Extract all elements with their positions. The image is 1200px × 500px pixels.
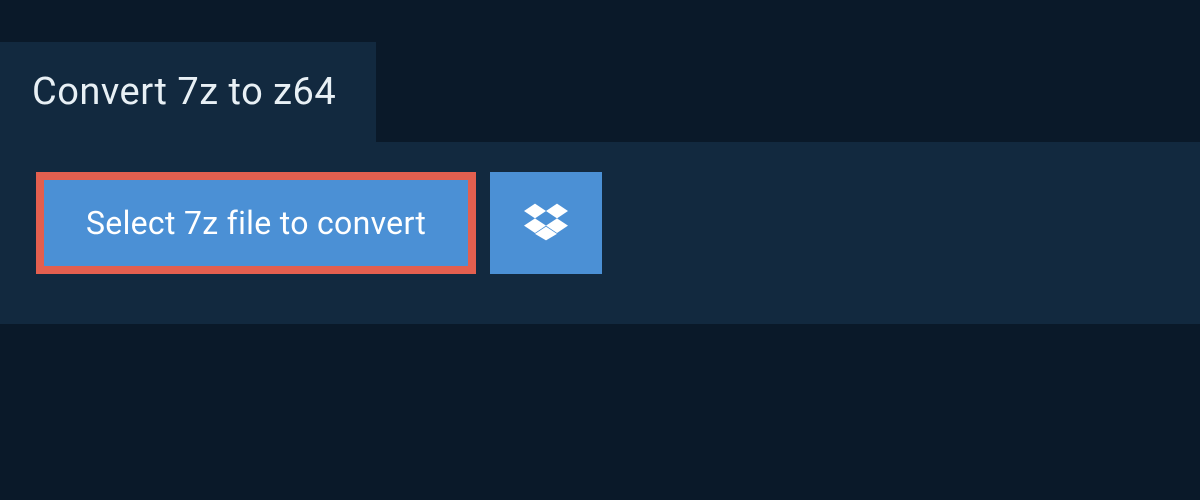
button-row: Select 7z file to convert — [36, 172, 1164, 274]
upload-panel: Select 7z file to convert — [0, 142, 1200, 324]
dropbox-icon — [524, 200, 568, 247]
select-file-button[interactable]: Select 7z file to convert — [36, 172, 476, 274]
page-title-tab: Convert 7z to z64 — [0, 42, 376, 142]
page-title: Convert 7z to z64 — [32, 70, 336, 114]
dropbox-button[interactable] — [490, 172, 602, 274]
